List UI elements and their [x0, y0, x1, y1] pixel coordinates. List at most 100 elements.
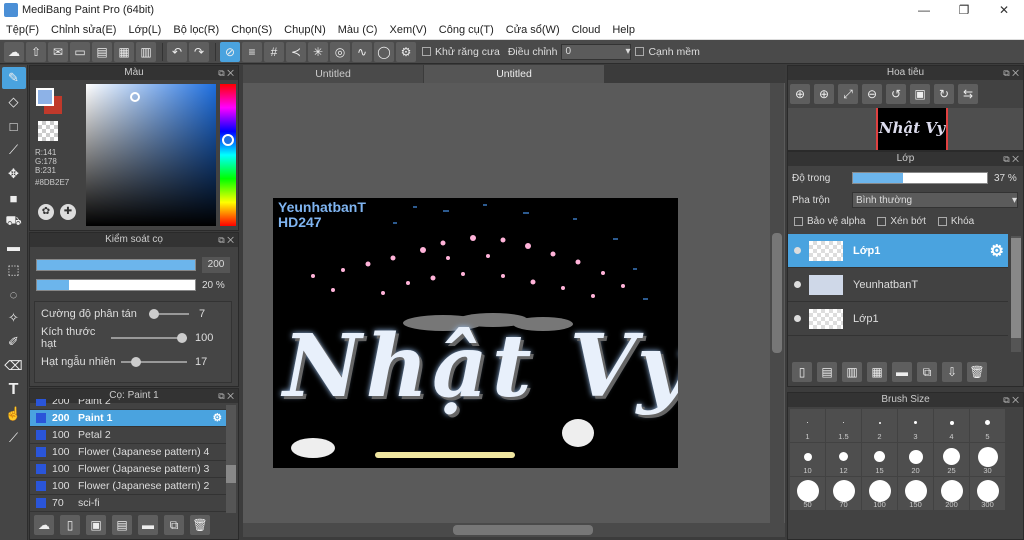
comment-icon[interactable]: ✉	[48, 41, 68, 62]
transparent-swatch[interactable]	[38, 121, 58, 141]
scatter-handle[interactable]	[149, 309, 159, 319]
tab-untitled-2[interactable]: Untitled	[424, 65, 604, 83]
add-brush-cloud-icon[interactable]: ☁	[34, 515, 54, 535]
canvas-artwork[interactable]: YeunhatbanT HD247 Nhật Vy	[273, 198, 678, 468]
menu-filter[interactable]: Bộ lọc(R)	[167, 24, 225, 36]
menu-file[interactable]: Tệp(F)	[0, 24, 45, 36]
menu-layer[interactable]: Lớp(L)	[122, 24, 167, 36]
ellipse-snap-icon[interactable]: ◯	[374, 41, 394, 62]
select-eraser-tool-icon[interactable]: ⌫	[2, 355, 26, 377]
brush-size-cell[interactable]: 12	[826, 443, 861, 476]
layer-item[interactable]: YeunhatbanT	[788, 268, 1008, 302]
layer-folder-icon[interactable]: ▬	[892, 362, 912, 382]
brush-item[interactable]: 200 Paint 2	[30, 399, 226, 410]
brush-size-cell[interactable]: 300	[970, 477, 1005, 510]
brush-size-cell[interactable]: 3	[898, 409, 933, 442]
zoom-in-icon[interactable]: ⊕	[790, 84, 810, 104]
panel-close-icon[interactable]: ⧉ ✕	[1003, 152, 1019, 166]
panel-close-icon[interactable]: ⧉ ✕	[1003, 66, 1019, 80]
magic-wand-tool-icon[interactable]: ✧	[2, 307, 26, 329]
palette-icon[interactable]: ✿	[38, 204, 54, 220]
lasso-tool-icon[interactable]: ◌	[2, 283, 26, 305]
menu-window[interactable]: Cửa sổ(W)	[500, 24, 566, 36]
vanish-snap-icon[interactable]: ≺	[286, 41, 306, 62]
brush-item[interactable]: 100 Flower (Japanese pattern) 2	[30, 478, 226, 495]
eraser-tool-icon[interactable]: ◇	[2, 91, 26, 113]
panel-close-icon[interactable]: ⧉ ✕	[218, 233, 234, 247]
brush-size-cell[interactable]: 30	[970, 443, 1005, 476]
snap-off-icon[interactable]: ⊘	[220, 41, 240, 62]
merge-down-icon[interactable]: ⇩	[942, 362, 962, 382]
panel-close-icon[interactable]: ⧉ ✕	[218, 66, 234, 80]
layer-item-selected[interactable]: Lớp1 ⚙	[788, 234, 1008, 268]
scatter-slider[interactable]	[149, 309, 189, 319]
layer-opacity-slider[interactable]	[852, 172, 988, 184]
upload-icon[interactable]: ⇧	[26, 41, 46, 62]
brush-size-cell[interactable]: 25	[934, 443, 969, 476]
chat-icon[interactable]: ▭	[70, 41, 90, 62]
brush-opacity-slider[interactable]	[36, 279, 196, 291]
eyedropper-tool-icon[interactable]: ⟋	[2, 427, 26, 449]
new-layer-icon[interactable]: ▯	[792, 362, 812, 382]
brush-size-cell[interactable]: 4	[934, 409, 969, 442]
brush-size-cell[interactable]: 10	[790, 443, 825, 476]
brush-list-scroll-thumb[interactable]	[226, 465, 236, 483]
brush-size-cell[interactable]: 1	[790, 409, 825, 442]
protect-alpha-option[interactable]: Bảo vệ alpha	[794, 216, 865, 227]
circle-snap-icon[interactable]: ◎	[330, 41, 350, 62]
brush-list-scrollbar[interactable]	[226, 405, 236, 513]
menu-tools[interactable]: Công cụ(T)	[433, 24, 500, 36]
menu-capture[interactable]: Chụp(N)	[278, 24, 332, 36]
brush-item-selected[interactable]: 200 Paint 1 ⚙	[30, 410, 226, 427]
menu-view[interactable]: Xem(V)	[383, 24, 432, 36]
duplicate-icon[interactable]: ⧉	[164, 515, 184, 535]
hue-slider[interactable]	[220, 84, 236, 226]
brush-size-cell[interactable]: 150	[898, 477, 933, 510]
brush-tool-icon[interactable]: ✎	[1, 67, 26, 89]
menu-help[interactable]: Help	[606, 24, 641, 36]
clipping-option[interactable]: Xén bớt	[877, 216, 926, 227]
duplicate-layer-icon[interactable]: ⧉	[917, 362, 937, 382]
antialias-option[interactable]: Khử răng cưa	[422, 46, 500, 58]
picker-cursor[interactable]	[130, 92, 140, 102]
reset-view-icon[interactable]: ▣	[910, 84, 930, 104]
select-tool-icon[interactable]: ⬚	[2, 259, 26, 281]
menu-select[interactable]: Chọn(S)	[225, 24, 278, 36]
new-layer-1bit-icon[interactable]: ▥	[842, 362, 862, 382]
brush-size-cell[interactable]: 100	[862, 477, 897, 510]
select-pen-tool-icon[interactable]: ✐	[2, 331, 26, 353]
page-icon[interactable]: ▤	[92, 41, 112, 62]
add-halftone-icon[interactable]: ▦	[867, 362, 887, 382]
rotate-left-icon[interactable]: ↺	[886, 84, 906, 104]
protect-alpha-checkbox[interactable]	[794, 217, 803, 226]
trash-icon[interactable]: 🗑	[190, 515, 210, 535]
brush-size-cell[interactable]: 70	[826, 477, 861, 510]
adjust-dropdown[interactable]: 0 ▾	[561, 43, 632, 60]
text-tool-icon[interactable]: T	[2, 379, 26, 401]
brush-item[interactable]: 100 Flower (Japanese pattern) 3	[30, 461, 226, 478]
cross-snap-icon[interactable]: #	[264, 41, 284, 62]
layer-item[interactable]: Lớp1	[788, 302, 1008, 336]
dot-tool-icon[interactable]: ⟋	[2, 139, 26, 161]
canvas-vscroll-thumb[interactable]	[772, 233, 782, 353]
canvas-hscroll-thumb[interactable]	[453, 525, 593, 535]
fill-rect-tool-icon[interactable]: ■	[2, 187, 26, 209]
canvas-vertical-scrollbar[interactable]	[770, 83, 784, 523]
brush-size-cell[interactable]: 200	[934, 477, 969, 510]
antialias-checkbox[interactable]	[422, 47, 431, 56]
foreground-color-swatch[interactable]	[36, 88, 54, 106]
fit-icon[interactable]: ⤢	[838, 84, 858, 104]
visibility-icon[interactable]	[794, 281, 801, 288]
particle-size-slider[interactable]	[111, 333, 187, 343]
delete-layer-icon[interactable]: 🗑	[967, 362, 987, 382]
bucket-tool-icon[interactable]: ⛟	[2, 211, 26, 233]
navigator-preview[interactable]: Nhật Vy	[788, 108, 1023, 150]
lock-checkbox[interactable]	[937, 217, 947, 226]
new-layer-8bit-icon[interactable]: ▤	[817, 362, 837, 382]
brush-size-cell[interactable]: 1.5	[826, 409, 861, 442]
menu-cloud[interactable]: Cloud	[566, 24, 607, 36]
radial-snap-icon[interactable]: ✳	[308, 41, 328, 62]
random-particle-handle[interactable]	[131, 357, 141, 367]
brush-size-cell[interactable]: 20	[898, 443, 933, 476]
brush-item[interactable]: 100 Flower (Japanese pattern) 4	[30, 444, 226, 461]
